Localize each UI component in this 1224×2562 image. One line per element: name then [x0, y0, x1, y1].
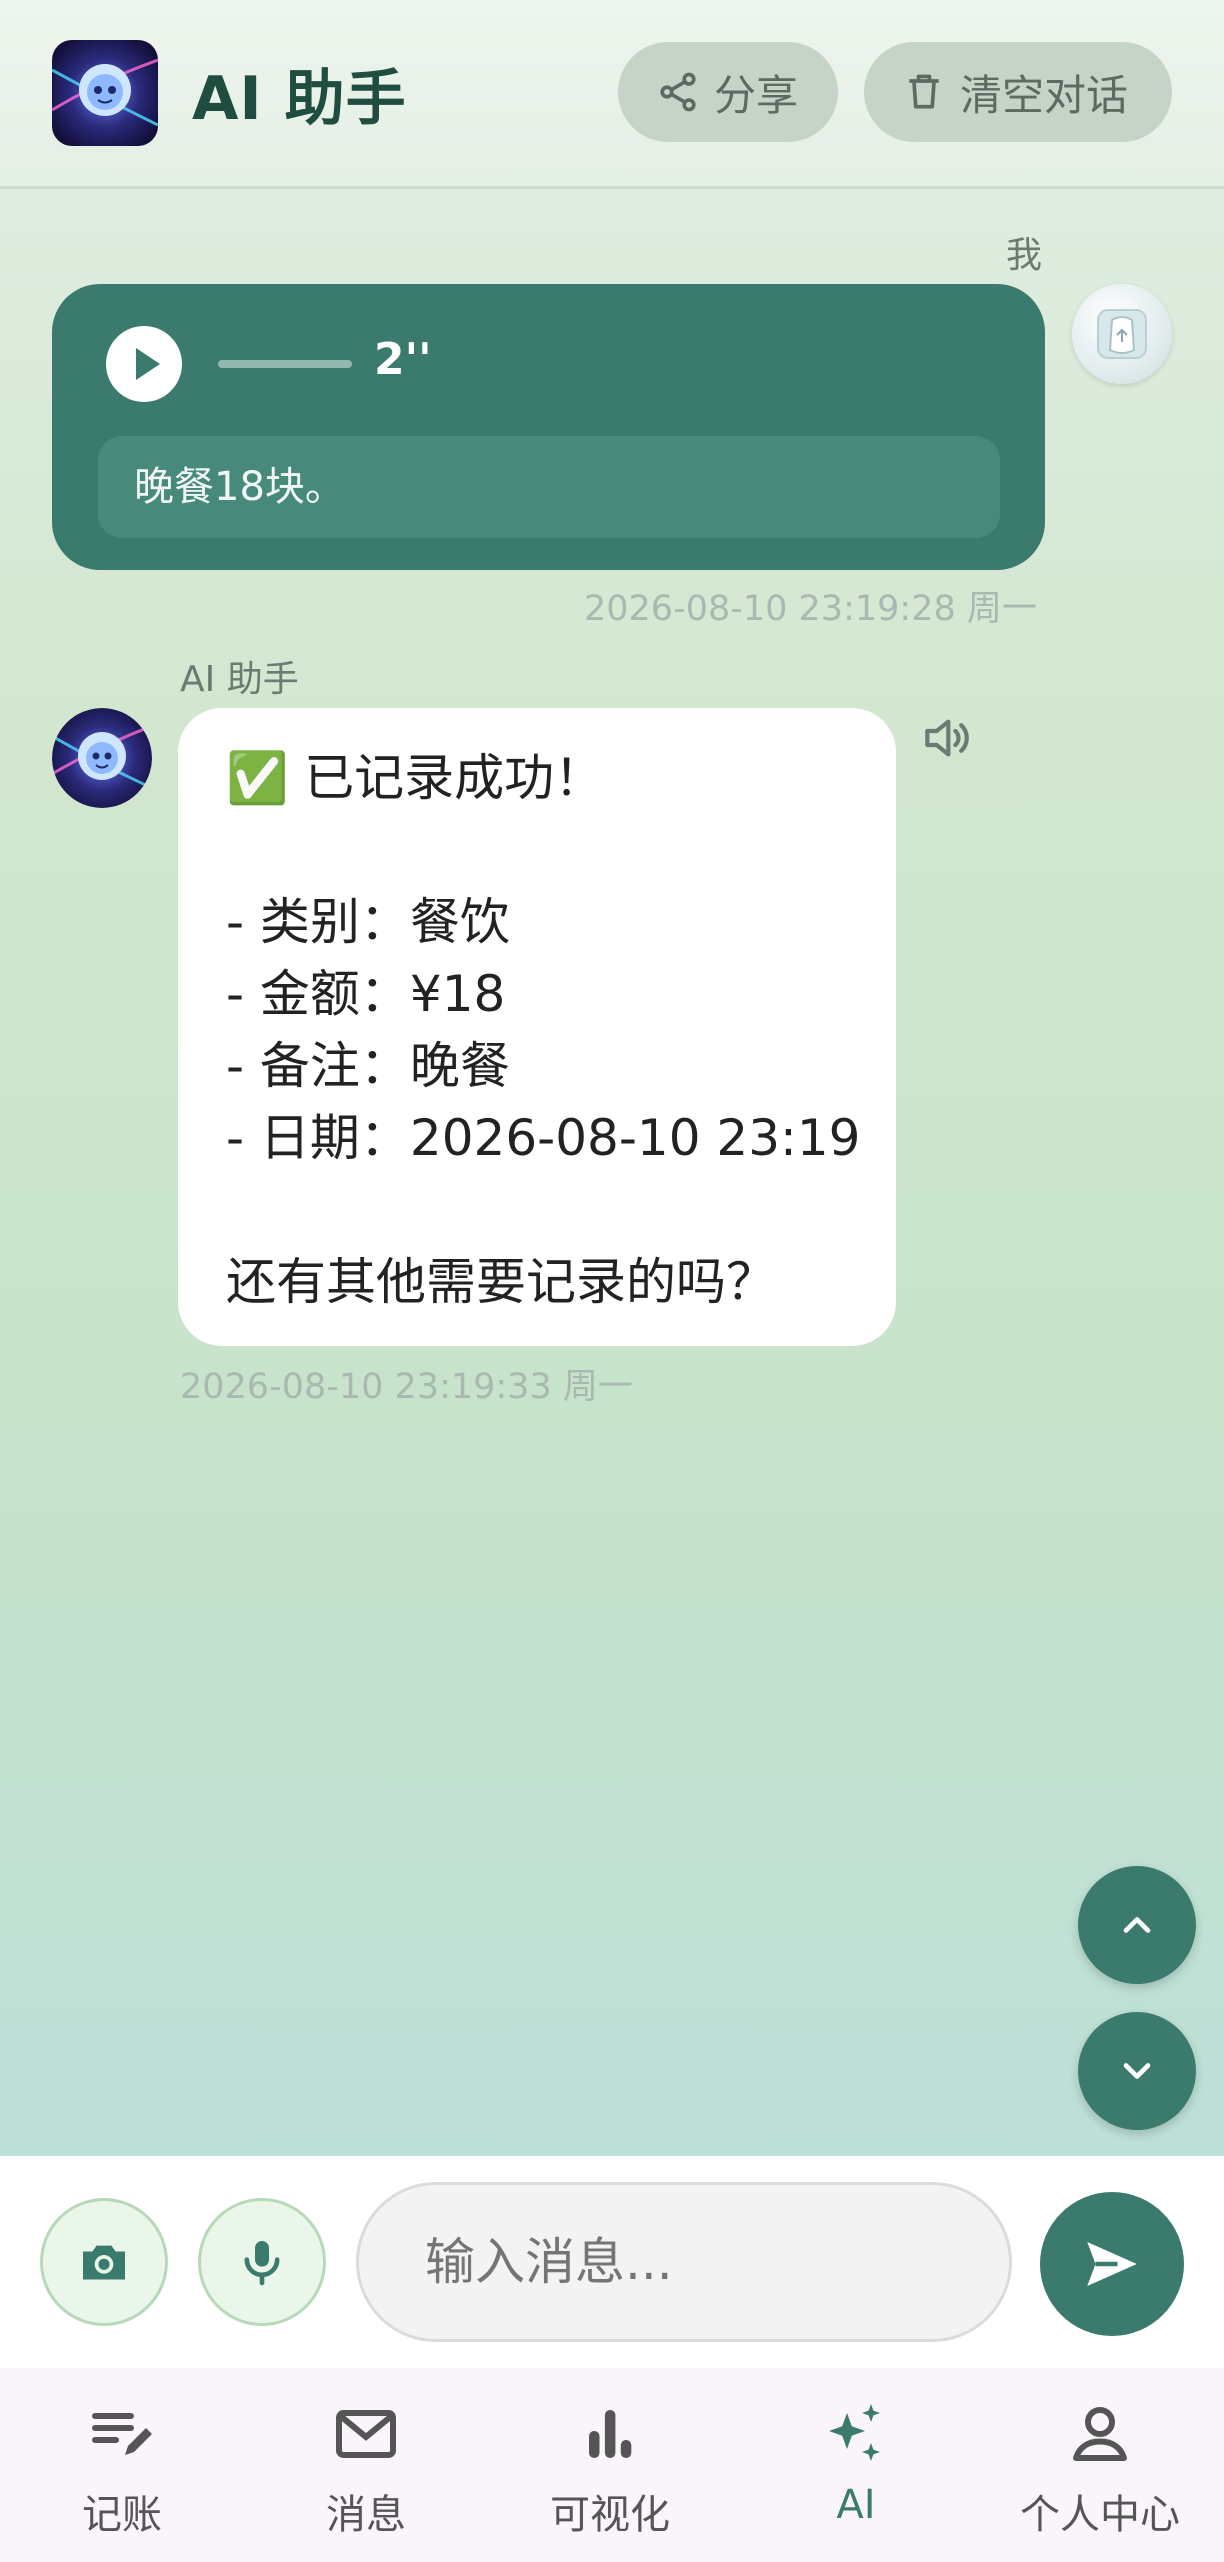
voice-duration: 2'' [374, 334, 432, 385]
voice-play-button[interactable] [106, 326, 182, 402]
message-input[interactable] [356, 2182, 1012, 2342]
chevron-down-icon [1123, 2063, 1151, 2079]
scroll-up-button[interactable] [1078, 1866, 1196, 1984]
assistant-line: - 日期：2026-08-10 23:19 [226, 1109, 861, 1167]
send-icon [1087, 2242, 1137, 2286]
assistant-line [226, 1174, 896, 1246]
sparkle-icon [829, 2404, 880, 2461]
nav-item-bookkeeping[interactable]: 记账 [22, 2398, 222, 2540]
nav-label: 个人中心 [1020, 2492, 1180, 2538]
assistant-line: - 金额：¥18 [226, 965, 506, 1023]
user-voice-bubble: 2'' 晚餐18块。 [52, 284, 1045, 570]
assistant-line: - 类别：餐饮 [226, 893, 510, 951]
message-input-bar [0, 2156, 1224, 2368]
assistant-name: AI 助手 [180, 659, 299, 700]
voice-input-button[interactable] [198, 2198, 326, 2326]
nav-label: 消息 [326, 2492, 406, 2538]
chevron-up-icon [1123, 1917, 1151, 1933]
assistant-avatar [52, 708, 152, 808]
app-header: AI 助手 分享 清空对话 [0, 0, 1224, 189]
bottom-navigation: 记账 消息 可视化 AI 个人中心 [0, 2368, 1224, 2562]
scroll-down-button[interactable] [1078, 2012, 1196, 2130]
mail-icon [336, 2410, 396, 2458]
speaker-icon[interactable] [918, 710, 974, 766]
edit-list-icon [92, 2413, 152, 2455]
nav-item-profile[interactable]: 个人中心 [1000, 2398, 1200, 2540]
share-icon [660, 72, 696, 112]
assistant-message-bubble: ✅ 已记录成功！ - 类别：餐饮 - 金额：¥18 - 备注：晚餐 - 日期：2… [178, 708, 896, 1346]
user-message-time: 2026-08-10 23:19:28 周一 [584, 589, 1037, 629]
assistant-line: - 备注：晚餐 [226, 1037, 510, 1095]
clear-chat-button[interactable]: 清空对话 [864, 42, 1172, 142]
share-label: 分享 [714, 70, 799, 120]
nav-label: AI [836, 2482, 876, 2528]
camera-icon [83, 2245, 125, 2280]
nav-label: 可视化 [550, 2492, 670, 2538]
bar-chart-icon [589, 2410, 632, 2458]
assistant-line: ✅ 已记录成功！ [226, 749, 605, 807]
clear-chat-label: 清空对话 [960, 70, 1129, 120]
share-button[interactable]: 分享 [618, 42, 838, 142]
assistant-line [226, 814, 896, 886]
user-name: 我 [1006, 235, 1043, 276]
nav-item-messages[interactable]: 消息 [266, 2398, 466, 2540]
voice-transcript: 晚餐18块。 [98, 436, 1000, 538]
app-logo [52, 40, 158, 146]
user-avatar[interactable] [1072, 284, 1172, 384]
nav-label: 记账 [82, 2492, 162, 2538]
voice-waveform [218, 360, 352, 368]
assistant-message-time: 2026-08-10 23:19:33 周一 [180, 1367, 633, 1407]
nav-item-visualization[interactable]: 可视化 [510, 2398, 710, 2540]
trash-icon [909, 74, 939, 109]
page-title: AI 助手 [192, 64, 407, 134]
camera-button[interactable] [40, 2198, 168, 2326]
send-button[interactable] [1040, 2192, 1184, 2336]
microphone-icon [244, 2241, 280, 2286]
play-icon [136, 348, 160, 380]
nav-item-ai[interactable]: AI [756, 2398, 956, 2528]
assistant-line: 还有其他需要记录的吗？ [226, 1253, 776, 1311]
person-icon [1073, 2407, 1127, 2461]
